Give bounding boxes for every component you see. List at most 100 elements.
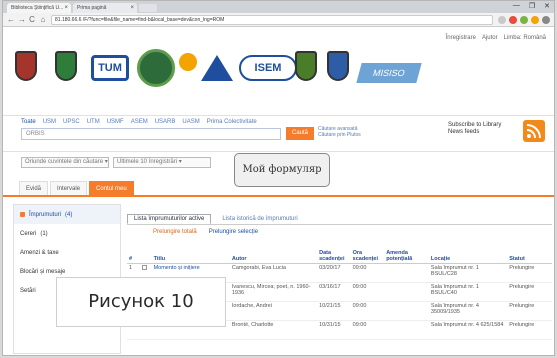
sidebar-item-label: Cereri	[20, 230, 37, 237]
close-window-icon[interactable]: ✕	[544, 2, 550, 10]
sidebar-item-loans[interactable]: Împrumuturi (4)	[14, 205, 120, 224]
tab-evidence[interactable]: Evidă	[19, 181, 49, 195]
due-date-cell: 10/21/15	[317, 301, 351, 321]
figure-caption: Рисунок 10	[56, 277, 226, 327]
extension-icon[interactable]	[531, 15, 539, 24]
url-field[interactable]: 81.180.66.6 /F/?func=file&file_name=find…	[51, 14, 493, 25]
due-time-cell: 09:00	[350, 320, 385, 340]
sidebar-item-label: Setări	[20, 287, 36, 294]
university-crest-logo[interactable]	[15, 51, 37, 81]
browser-tabbar: Biblioteca Ştiinţifică U... × Prima pagin…	[3, 1, 554, 13]
help-link[interactable]: Ajutor	[482, 35, 498, 41]
search-links: Căutare avansată Căutare prin Plutos	[318, 126, 361, 138]
status-cell: Prelungire	[507, 301, 552, 321]
subscribe-text[interactable]: Subscribe to Library News feeds	[448, 122, 518, 136]
scope-select[interactable]: Oriunde cuvintele din căutare ▾	[21, 157, 109, 168]
renew-all-link[interactable]: Prelungire totală	[153, 229, 197, 235]
utm-logo[interactable]: TUM	[91, 55, 129, 81]
sidebar-item-label: Blocări și mesaje	[20, 268, 66, 275]
search-panel: Toate USM UPSC UTM USMF ASEM USARB UASM …	[3, 115, 554, 151]
due-date-cell: 03/20/17	[317, 263, 351, 283]
renew-selected-link[interactable]: Prelungire selecție	[209, 229, 258, 235]
window-controls: — ❐ ✕	[513, 2, 550, 10]
close-icon[interactable]: ×	[130, 3, 134, 13]
search-input[interactable]: ORBIS	[21, 128, 281, 140]
top-links: Înregistrare Ajutor Limba: Română	[446, 35, 546, 41]
column-header[interactable]: Locație	[428, 245, 508, 264]
home-icon[interactable]: ⌂	[40, 15, 46, 24]
tab-usarb[interactable]: USARB	[155, 119, 176, 125]
author-cell: Brontë, Charlotte	[229, 320, 318, 340]
fine-cell	[384, 282, 429, 302]
author-cell: Ivanescu, Mircea; poet, n. 1960-1936	[229, 282, 318, 302]
isem-logo[interactable]: ISEM	[239, 55, 297, 81]
menu-icon[interactable]	[542, 15, 550, 24]
misisoj-logo[interactable]: MISISO	[356, 63, 422, 83]
sidebar-item-label: Amenzi & taxe	[20, 249, 59, 256]
account-tabs: Evidă Intervale Contul meu	[3, 177, 554, 197]
sidebar-item-requests[interactable]: Cereri (1)	[14, 224, 120, 243]
location-cell: Sala împrumut nr. 4 625/1584	[428, 320, 508, 340]
tab-usm[interactable]: USM	[43, 119, 56, 125]
extension-icons	[498, 15, 550, 24]
column-header[interactable]: Ora scadenței	[350, 245, 385, 264]
language-link[interactable]: Limba: Română	[504, 35, 546, 41]
tab-utm[interactable]: UTM	[87, 119, 100, 125]
column-header[interactable]: Amenda potențială	[384, 245, 429, 264]
tab-active-loans[interactable]: Lista împrumuturilor active	[127, 214, 212, 224]
status-cell: Prelungire	[507, 263, 552, 283]
tab-usmf[interactable]: USMF	[107, 119, 124, 125]
loans-subtabs: Lista împrumuturilor active Lista istori…	[127, 211, 552, 225]
due-time-cell: 09:00	[350, 263, 385, 283]
mountain-logo	[201, 55, 233, 81]
column-header[interactable]: Titlu	[151, 245, 230, 264]
close-icon[interactable]: ×	[64, 3, 68, 13]
fine-cell	[384, 263, 429, 283]
fine-cell	[384, 320, 429, 340]
address-bar: ← → C ⌂ 81.180.66.6 /F/?func=file&file_n…	[3, 13, 554, 27]
forward-icon[interactable]: →	[18, 15, 26, 24]
sidebar-item-fines[interactable]: Amenzi & taxe	[14, 243, 120, 262]
back-icon[interactable]: ←	[7, 15, 15, 24]
tab-intervals[interactable]: Intervale	[50, 181, 88, 195]
extension-icon[interactable]	[520, 15, 528, 24]
maximize-icon[interactable]: ❐	[529, 2, 535, 10]
search-button[interactable]: Caută	[286, 127, 314, 140]
minimize-icon[interactable]: —	[513, 2, 520, 10]
tab-all[interactable]: Toate	[21, 119, 36, 125]
reload-icon[interactable]: C	[29, 15, 35, 24]
tab-collective[interactable]: Prima Colectivitate	[207, 119, 257, 125]
url-text: 81.180.66.6 /F/?func=file&file_name=find…	[55, 16, 225, 23]
register-link[interactable]: Înregistrare	[446, 35, 476, 41]
column-header[interactable]: Statut	[507, 245, 552, 264]
loan-actions: Prelungire totală Prelungire selecție	[127, 225, 552, 235]
tab-uasm[interactable]: UASM	[182, 119, 199, 125]
tab-loan-history[interactable]: Lista istorică de împrumuturi	[215, 214, 304, 224]
column-header[interactable]: Autor	[229, 245, 318, 264]
university-crest-logo[interactable]	[327, 51, 349, 81]
plutos-search-link[interactable]: Căutare prin Plutos	[318, 132, 361, 138]
university-crest-logo[interactable]	[295, 51, 317, 81]
tab-label: Biblioteca Ştiinţifică U...	[11, 5, 64, 11]
tab-upsc[interactable]: UPSC	[63, 119, 80, 125]
browser-window: Biblioteca Ştiinţifică U... × Prima pagin…	[2, 0, 555, 356]
tab-my-account[interactable]: Contul meu	[89, 181, 134, 195]
browser-tab[interactable]: Prima pagină ×	[73, 3, 137, 13]
university-crest-logo[interactable]	[55, 51, 77, 81]
star-icon[interactable]	[498, 15, 506, 24]
sidebar-item-count: (1)	[40, 230, 48, 237]
due-date-cell: 03/16/17	[317, 282, 351, 302]
location-select[interactable]: Ultimele 10 înregistrări ▾	[113, 157, 211, 168]
new-tab-button[interactable]	[139, 4, 157, 12]
rss-icon[interactable]	[523, 120, 545, 142]
location-cell: Sala împrumut nr. 1 BSUL/C40	[428, 282, 508, 302]
due-time-cell: 09:00	[350, 282, 385, 302]
orange-bullet-icon	[20, 212, 25, 217]
tab-label: Prima pagină	[77, 5, 107, 11]
extension-icon[interactable]	[509, 15, 517, 24]
browser-tab[interactable]: Biblioteca Ştiinţifică U... ×	[7, 3, 71, 13]
asem-round-logo[interactable]	[137, 49, 175, 87]
tab-asem[interactable]: ASEM	[131, 119, 148, 125]
column-header[interactable]: Data scadenței	[317, 245, 351, 264]
due-date-cell: 10/31/15	[317, 320, 351, 340]
